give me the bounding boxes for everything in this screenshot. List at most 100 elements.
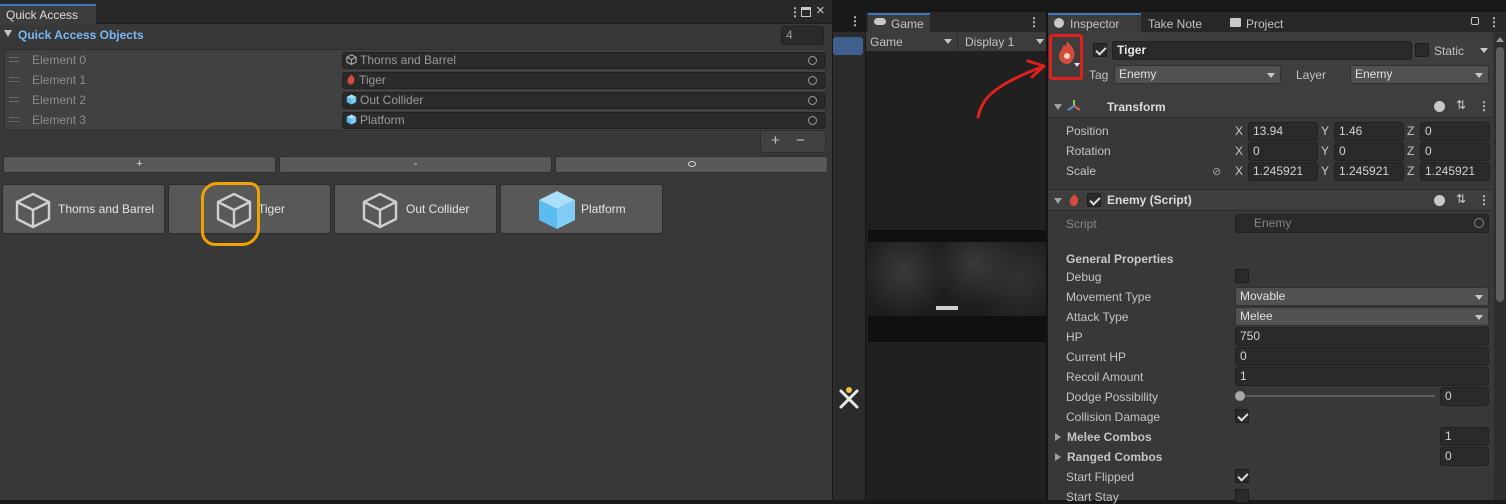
axis-y-label[interactable]: Y [1321, 124, 1329, 138]
attack-type-dropdown[interactable]: Melee [1235, 307, 1489, 326]
game-mode-dropdown[interactable]: Game [866, 33, 956, 51]
movement-type-dropdown[interactable]: Movable [1235, 287, 1489, 306]
dodge-field[interactable]: 0 [1440, 387, 1489, 406]
inspector-scrollbar[interactable] [1494, 33, 1506, 500]
axis-z-label[interactable]: Z [1407, 144, 1414, 158]
tile-platform[interactable]: Platform [500, 184, 663, 234]
remove-selection-button[interactable]: - [279, 156, 552, 173]
list-element-field[interactable]: Platform [342, 112, 825, 129]
tab-quick-access-label: Quick Access [6, 8, 79, 22]
axis-z-label[interactable]: Z [1407, 164, 1414, 178]
collision-damage-checkbox[interactable] [1235, 409, 1249, 423]
scene-tools[interactable] [833, 37, 863, 55]
tag-dropdown[interactable]: Enemy [1114, 65, 1281, 84]
list-count-field[interactable]: 4 [781, 26, 824, 45]
constrain-proportions-icon[interactable]: ⊘ [1212, 165, 1221, 178]
object-picker-icon[interactable] [808, 76, 817, 85]
axis-z-label[interactable]: Z [1407, 124, 1414, 138]
scrollbar-up-arrow[interactable] [1496, 37, 1504, 42]
axis-x-label[interactable]: X [1235, 124, 1243, 138]
melee-combos-count[interactable]: 1 [1440, 427, 1489, 446]
preset-icon[interactable]: ⇅ [1456, 98, 1466, 112]
maximize-icon[interactable] [801, 7, 811, 17]
list-element-field[interactable]: Thorns and Barrel [342, 52, 825, 69]
component-kebab-icon[interactable]: ⋮ [1478, 193, 1490, 207]
transform-y-field[interactable]: 1.245921 [1334, 162, 1404, 181]
dodge-slider[interactable] [1235, 391, 1435, 401]
melee-foldout-icon[interactable] [1055, 433, 1061, 441]
preset-icon[interactable]: ⇅ [1456, 192, 1466, 206]
transform-x-field[interactable]: 0 [1248, 142, 1318, 161]
close-icon[interactable]: × [816, 2, 825, 19]
list-foldout-icon[interactable] [4, 30, 12, 37]
scene-strip-kebab-icon[interactable]: ⋮ [849, 14, 861, 28]
current-hp-field[interactable]: 0 [1235, 347, 1489, 366]
object-picker-icon[interactable] [808, 116, 817, 125]
drag-handle-icon[interactable] [9, 57, 19, 62]
drag-handle-icon[interactable] [9, 97, 19, 102]
enemy-enabled-checkbox[interactable] [1087, 193, 1101, 207]
menu-kebab-icon[interactable]: ⋮ [789, 5, 801, 19]
list-element-field[interactable]: Tiger [342, 72, 825, 89]
drag-handle-icon[interactable] [9, 77, 19, 82]
transform-z-field[interactable]: 0 [1420, 142, 1490, 161]
transform-x-field[interactable]: 1.245921 [1248, 162, 1318, 181]
start-stay-checkbox[interactable] [1235, 489, 1249, 503]
static-checkbox[interactable] [1415, 43, 1429, 57]
start-flipped-checkbox[interactable] [1235, 469, 1249, 483]
layer-value: Enemy [1355, 67, 1393, 81]
enemy-foldout-icon[interactable] [1054, 198, 1062, 204]
hp-field[interactable]: 750 [1235, 327, 1489, 346]
transform-z-field[interactable]: 0 [1420, 122, 1490, 141]
tab-take-note[interactable]: Take Note [1148, 17, 1202, 31]
ranged-foldout-icon[interactable] [1055, 453, 1061, 461]
list-element-field[interactable]: Out Collider [342, 92, 825, 109]
quick-access-panel: Quick Access ⋮ × Quick Access Objects 4 … [0, 0, 832, 500]
recoil-amount-field[interactable]: 1 [1235, 367, 1489, 386]
list-remove-button[interactable]: − [796, 132, 805, 149]
transform-x-field[interactable]: 13.94 [1248, 122, 1318, 141]
layer-label: Layer [1296, 68, 1327, 82]
tile-out-collider[interactable]: Out Collider [334, 184, 497, 234]
active-checkbox[interactable] [1093, 43, 1107, 57]
tag-label: Tag [1089, 68, 1109, 82]
add-selection-button[interactable]: + [3, 156, 276, 173]
inspector-kebab-icon[interactable]: ⋮ [1488, 15, 1500, 29]
refresh-button[interactable] [555, 156, 828, 173]
current-hp-label: Current HP [1066, 350, 1127, 364]
axis-x-label[interactable]: X [1235, 164, 1243, 178]
help-icon[interactable] [1434, 195, 1445, 206]
game-view[interactable] [868, 230, 1046, 342]
general-properties-header: General Properties [1066, 252, 1174, 266]
component-kebab-icon[interactable]: ⋮ [1478, 99, 1490, 113]
melee-combos-label[interactable]: Melee Combos [1067, 430, 1152, 444]
object-picker-icon[interactable] [808, 56, 817, 65]
axis-x-label[interactable]: X [1235, 144, 1243, 158]
drag-handle-icon[interactable] [9, 117, 19, 122]
axis-y-label[interactable]: Y [1321, 144, 1329, 158]
list-add-button[interactable]: + [771, 132, 780, 149]
transform-y-field[interactable]: 1.46 [1334, 122, 1404, 141]
object-name-field[interactable]: Tiger [1112, 41, 1412, 60]
axis-y-label[interactable]: Y [1321, 164, 1329, 178]
transform-z-field[interactable]: 1.245921 [1420, 162, 1490, 181]
transform-y-field[interactable]: 0 [1334, 142, 1404, 161]
scrollbar-thumb[interactable] [1496, 47, 1504, 302]
lock-icon[interactable] [1471, 17, 1479, 25]
dodge-slider-thumb[interactable] [1235, 391, 1245, 401]
ranged-combos-label[interactable]: Ranged Combos [1067, 450, 1162, 464]
tile-thorns-and-barrel[interactable]: Thorns and Barrel [2, 184, 165, 234]
transform-foldout-icon[interactable] [1054, 104, 1062, 110]
layer-dropdown[interactable]: Enemy [1350, 65, 1489, 84]
list-title[interactable]: Quick Access Objects [18, 28, 144, 42]
scene-strip [833, 32, 865, 500]
script-label: Script [1066, 217, 1097, 231]
object-picker-icon[interactable] [808, 96, 817, 105]
ranged-combos-count[interactable]: 0 [1440, 447, 1489, 466]
display-dropdown[interactable]: Display 1 [957, 33, 1046, 51]
help-icon[interactable] [1434, 101, 1445, 112]
game-kebab-icon[interactable]: ⋮ [1028, 15, 1040, 29]
tab-project[interactable]: Project [1246, 17, 1283, 31]
debug-checkbox[interactable] [1235, 269, 1249, 283]
static-dropdown-caret[interactable] [1480, 48, 1488, 53]
